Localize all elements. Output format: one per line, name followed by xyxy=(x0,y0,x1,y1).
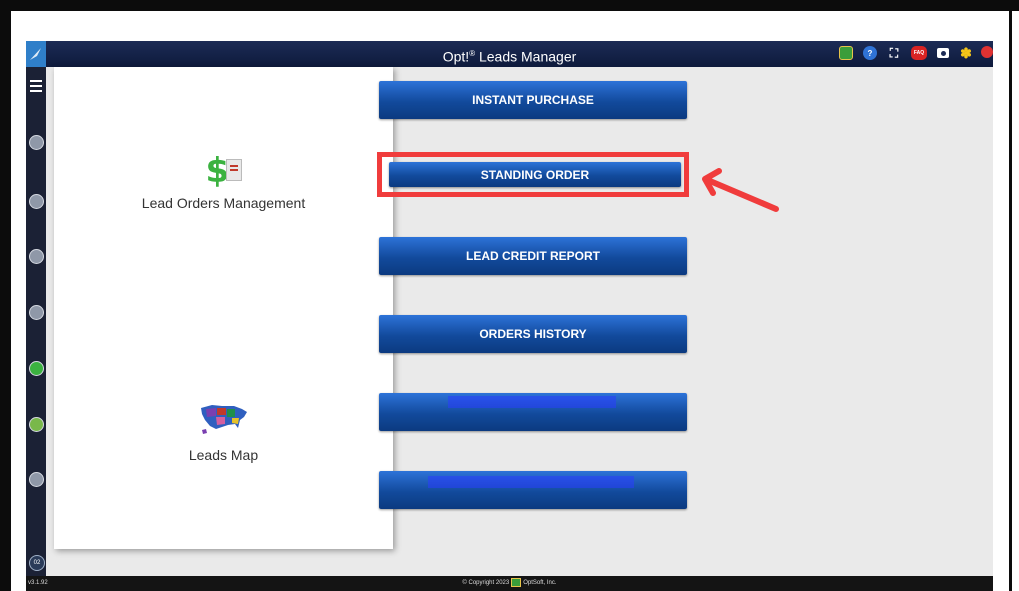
lead-orders-management-label: Lead Orders Management xyxy=(141,195,306,211)
orders-history-button[interactable]: ORDERS HISTORY xyxy=(379,315,687,353)
sidebar: 02 xyxy=(26,67,46,576)
home-icon[interactable] xyxy=(29,135,44,150)
money-document-icon: $ xyxy=(204,153,244,189)
tools-icon[interactable] xyxy=(839,46,853,60)
footer-bar: v3.1.92 © Copyright 2023 OptSoft, Inc. xyxy=(26,576,993,591)
faq-icon[interactable]: FAQ xyxy=(911,46,927,60)
expand-icon[interactable]: ⛶ xyxy=(887,46,901,60)
app-title-rest: Leads Manager xyxy=(475,48,577,65)
module-2-icon[interactable] xyxy=(29,194,44,209)
module-3-icon[interactable] xyxy=(29,249,44,264)
company-logo-icon xyxy=(511,577,522,587)
sidebar-badge[interactable]: 02 xyxy=(29,555,45,571)
instant-purchase-button[interactable]: INSTANT PURCHASE xyxy=(379,81,687,119)
standing-order-button[interactable]: STANDING ORDER xyxy=(389,162,681,187)
lead-credit-report-button[interactable]: LEAD CREDIT REPORT xyxy=(379,237,687,275)
copyright-label: © Copyright 2023 xyxy=(462,580,510,586)
copyright-text: © Copyright 2023 OptSoft, Inc. xyxy=(26,576,993,591)
lead-orders-management-item[interactable]: $ Lead Orders Management xyxy=(54,153,393,211)
leads-manager-app: Opt!® Leads Manager ? ⛶ FAQ ✽ 02 $ Lead … xyxy=(26,41,993,591)
red-arrow-icon xyxy=(702,168,779,212)
modules-panel: $ Lead Orders Management Leads Map xyxy=(54,67,393,549)
hamburger-menu-icon[interactable] xyxy=(30,80,42,95)
frame-right-line xyxy=(1009,11,1012,591)
frame-top-bar xyxy=(0,0,1019,11)
leads-map-item[interactable]: Leads Map xyxy=(54,400,393,463)
redaction-bar xyxy=(428,476,634,488)
title-bar: Opt!® Leads Manager ? ⛶ FAQ ✽ xyxy=(26,41,993,67)
redaction-bar xyxy=(448,396,616,408)
module-7-icon[interactable] xyxy=(29,472,44,487)
module-6-icon[interactable] xyxy=(29,417,44,432)
camera-icon[interactable] xyxy=(937,48,949,58)
gear-icon[interactable]: ✽ xyxy=(959,45,973,61)
us-map-icon xyxy=(200,405,247,434)
copyright-company: OptSoft, Inc. xyxy=(523,580,557,586)
money-icon[interactable] xyxy=(29,361,44,376)
frame-left-bar xyxy=(0,0,11,591)
power-icon[interactable] xyxy=(981,46,993,58)
help-icon[interactable]: ? xyxy=(863,46,877,60)
toolbar-icons: ? ⛶ FAQ ✽ xyxy=(829,45,993,62)
leads-map-label: Leads Map xyxy=(188,447,259,463)
module-4-icon[interactable] xyxy=(29,305,44,320)
app-title-brand: Opt! xyxy=(442,48,470,65)
